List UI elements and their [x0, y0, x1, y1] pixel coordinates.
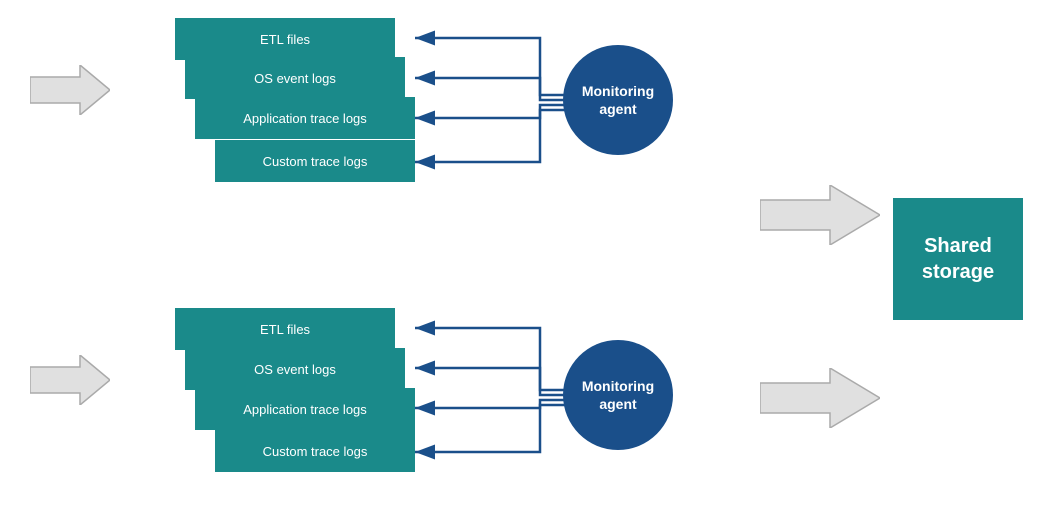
etl-files-card-top: ETL files [175, 18, 395, 60]
os-event-logs-card-top: OS event logs [185, 57, 405, 99]
shared-storage: Shared storage [893, 198, 1023, 320]
monitoring-agent-bottom: Monitoring agent [563, 340, 673, 450]
etl-files-card-bottom: ETL files [175, 308, 395, 350]
custom-trace-logs-card-top: Custom trace logs [215, 140, 415, 182]
output-arrow-bottom [760, 368, 880, 428]
monitoring-agent-top: Monitoring agent [563, 45, 673, 155]
input-arrow-top [30, 65, 110, 115]
app-trace-logs-card-bottom: Application trace logs [195, 388, 415, 430]
os-event-logs-card-bottom: OS event logs [185, 348, 405, 390]
diagram: ETL files OS event logs Application trac… [0, 0, 1037, 516]
connection-lines [0, 0, 1037, 516]
output-arrow-top [760, 185, 880, 245]
input-arrow-bottom [30, 355, 110, 405]
custom-trace-logs-card-bottom: Custom trace logs [215, 430, 415, 472]
app-trace-logs-card-top: Application trace logs [195, 97, 415, 139]
